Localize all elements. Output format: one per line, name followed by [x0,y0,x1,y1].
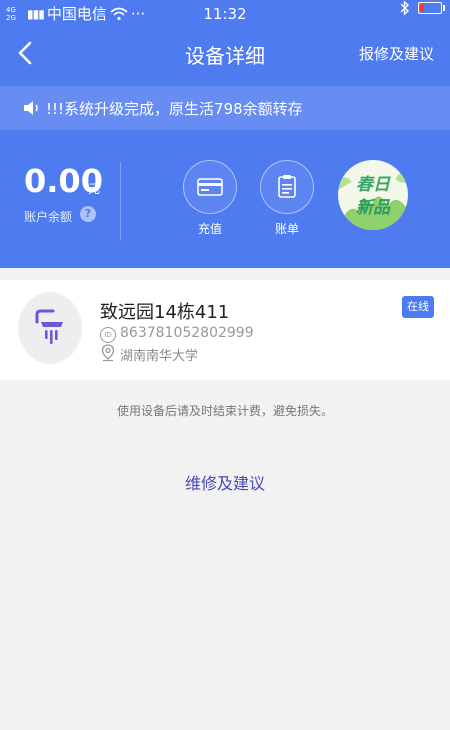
device-card[interactable]: 致远园14栋411 ID 863781052802999 湖南南华大学 在线 [0,280,450,380]
status-right [400,0,445,16]
notice-bar[interactable]: !!!系统升级完成，原生活798余额转存 [0,86,450,130]
id-icon: ID [100,327,116,343]
usage-tip: 使用设备后请及时结束计费，避免损失。 [116,404,333,418]
device-detail-page: 4G 2G ▮▮▮ 中国电信 ··· 11:32 设备详细 报修及建议 !!!系… [0,0,450,730]
card-icon [197,178,223,196]
clock: 11:32 [203,5,247,23]
bill-button[interactable]: 账单 [257,160,317,237]
bill-icon [278,175,296,198]
battery-icon [418,2,445,14]
device-name: 致远园14栋411 [100,302,230,323]
divider [120,162,121,240]
status-bar: 4G 2G ▮▮▮ 中国电信 ··· 11:32 [0,0,450,28]
device-location: 湖南南华大学 [120,349,199,364]
balance-area: 0.00 元 账户余额 ? 充值 账单 春日 新品 [0,140,450,268]
recharge-circle [183,160,237,214]
promo-line2: 新品 [356,198,391,218]
promo-badge[interactable]: 春日 新品 [338,160,408,230]
bill-circle [260,160,314,214]
help-icon[interactable]: ? [80,206,96,222]
promo-image: 春日 新品 [338,172,408,230]
header-panel: 4G 2G ▮▮▮ 中国电信 ··· 11:32 设备详细 报修及建议 !!!系… [0,0,450,268]
bluetooth-icon [400,0,410,16]
nav-bar: 设备详细 报修及建议 [0,30,450,76]
device-avatar [18,292,82,364]
device-id: 863781052802999 [120,325,254,341]
shower-icon [35,309,63,344]
repair-link[interactable]: 维修及建议 [0,470,450,494]
balance-unit: 元 [88,182,101,196]
speaker-icon [24,101,38,115]
status-badge: 在线 [402,296,434,318]
promo-line1: 春日 [356,175,391,195]
bill-label: 账单 [274,222,299,236]
location-icon [101,344,115,362]
report-button[interactable]: 报修及建议 [359,43,434,64]
balance-label: 账户余额 [24,210,73,224]
recharge-label: 充值 [197,222,222,236]
recharge-button[interactable]: 充值 [180,160,240,237]
notice-text: !!!系统升级完成，原生活798余额转存 [46,100,303,118]
